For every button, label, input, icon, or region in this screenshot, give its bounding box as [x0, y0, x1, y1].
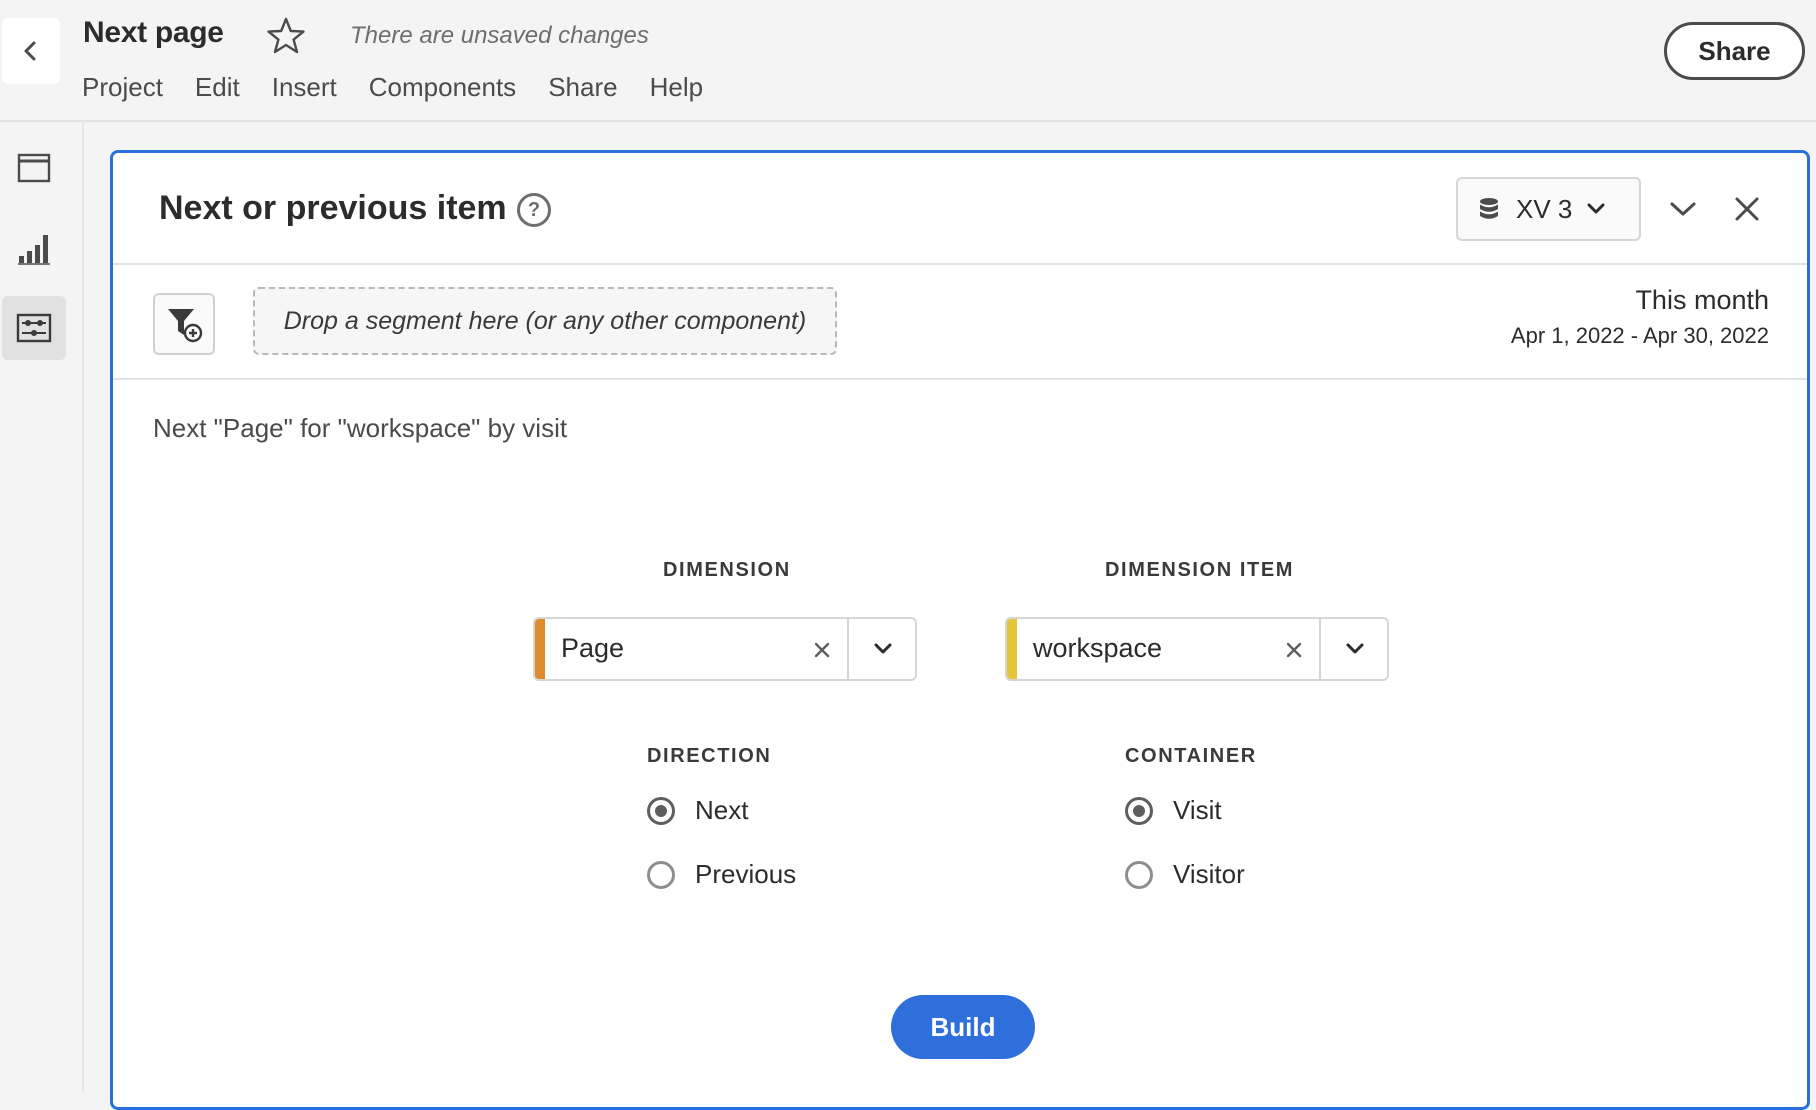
close-icon — [814, 642, 830, 658]
dimension-color-stripe — [535, 619, 545, 679]
container-visitor-label: Visitor — [1173, 859, 1245, 889]
chevron-down-icon — [1587, 203, 1605, 214]
chevron-down-icon — [1346, 643, 1364, 654]
chevron-down-icon — [1670, 202, 1696, 216]
dimension-item-color-stripe — [1007, 619, 1017, 679]
chevron-down-icon — [874, 643, 892, 654]
direction-next-label: Next — [695, 795, 749, 825]
dimension-dropdown-button[interactable] — [849, 619, 915, 679]
container-visitor-option[interactable]: Visitor — [1125, 859, 1245, 890]
menu-components[interactable]: Components — [369, 72, 516, 103]
dimension-item-value: workspace — [1033, 633, 1163, 663]
panel-summary: Next "Page" for "workspace" by visit — [153, 413, 568, 443]
dimension-clear-button[interactable] — [807, 635, 837, 665]
panel-header: Next or previous item ? XV 3 — [113, 153, 1807, 265]
menu-bar: Project Edit Insert Components Share Hel… — [82, 72, 735, 103]
project-title[interactable]: Next page — [83, 16, 224, 50]
direction-label: DIRECTION — [647, 745, 772, 767]
close-panel-button[interactable] — [1725, 187, 1769, 231]
visualizations-icon — [18, 235, 50, 265]
report-suite-label: XV 3 — [1516, 193, 1573, 224]
rail-panels-button[interactable] — [2, 136, 66, 200]
rail-visualizations-button[interactable] — [2, 216, 66, 280]
add-segment-button[interactable] — [153, 293, 215, 355]
container-label: CONTAINER — [1125, 745, 1257, 767]
direction-previous-label: Previous — [695, 859, 797, 889]
chevron-left-icon — [24, 41, 36, 61]
radio-checked[interactable] — [1125, 796, 1153, 825]
date-range-value: Apr 1, 2022 - Apr 30, 2022 — [1510, 323, 1769, 348]
menu-edit[interactable]: Edit — [195, 72, 240, 103]
container-visit-label: Visit — [1173, 795, 1222, 825]
star-icon[interactable] — [264, 14, 308, 58]
close-icon — [1286, 642, 1302, 658]
dimension-item-dropdown-button[interactable] — [1321, 619, 1387, 679]
direction-previous-option[interactable]: Previous — [647, 859, 796, 890]
menu-insert[interactable]: Insert — [272, 72, 337, 103]
menu-share[interactable]: Share — [548, 72, 617, 103]
dimension-item-clear-button[interactable] — [1279, 635, 1309, 665]
radio-unchecked[interactable] — [647, 860, 675, 889]
segment-row: Drop a segment here (or any other compon… — [113, 265, 1807, 380]
dimension-item-label: DIMENSION ITEM — [1105, 559, 1295, 581]
dimension-label: DIMENSION — [663, 559, 791, 581]
share-button[interactable]: Share — [1664, 22, 1805, 80]
database-icon — [1480, 198, 1498, 219]
left-rail — [0, 122, 84, 1092]
report-suite-picker[interactable]: XV 3 — [1456, 177, 1641, 241]
menu-project[interactable]: Project — [82, 72, 163, 103]
components-icon — [16, 313, 52, 343]
help-icon[interactable]: ? — [517, 193, 551, 227]
back-button[interactable] — [2, 18, 60, 84]
unsaved-changes-notice: There are unsaved changes — [350, 22, 649, 49]
panel-title: Next or previous item — [159, 189, 507, 227]
filter-add-icon — [168, 309, 203, 343]
date-range-title[interactable]: This month — [1635, 285, 1769, 316]
dimension-value: Page — [561, 633, 625, 663]
segment-dropzone[interactable]: Drop a segment here (or any other compon… — [253, 287, 837, 355]
direction-next-option[interactable]: Next — [647, 795, 748, 826]
top-bar: Next page There are unsaved changes Proj… — [0, 0, 1816, 122]
dimension-item-combobox[interactable]: workspace — [1005, 617, 1389, 681]
close-icon — [1735, 197, 1759, 221]
radio-unchecked[interactable] — [1125, 860, 1153, 889]
next-previous-panel: Next or previous item ? XV 3 Drop a segm… — [110, 150, 1810, 1110]
panel-icon — [17, 153, 51, 183]
collapse-panel-button[interactable] — [1661, 187, 1705, 231]
rail-components-button[interactable] — [2, 296, 66, 360]
container-visit-option[interactable]: Visit — [1125, 795, 1222, 826]
radio-checked[interactable] — [647, 796, 675, 825]
menu-help[interactable]: Help — [650, 72, 703, 103]
build-button[interactable]: Build — [891, 995, 1035, 1059]
dimension-combobox[interactable]: Page — [533, 617, 917, 681]
